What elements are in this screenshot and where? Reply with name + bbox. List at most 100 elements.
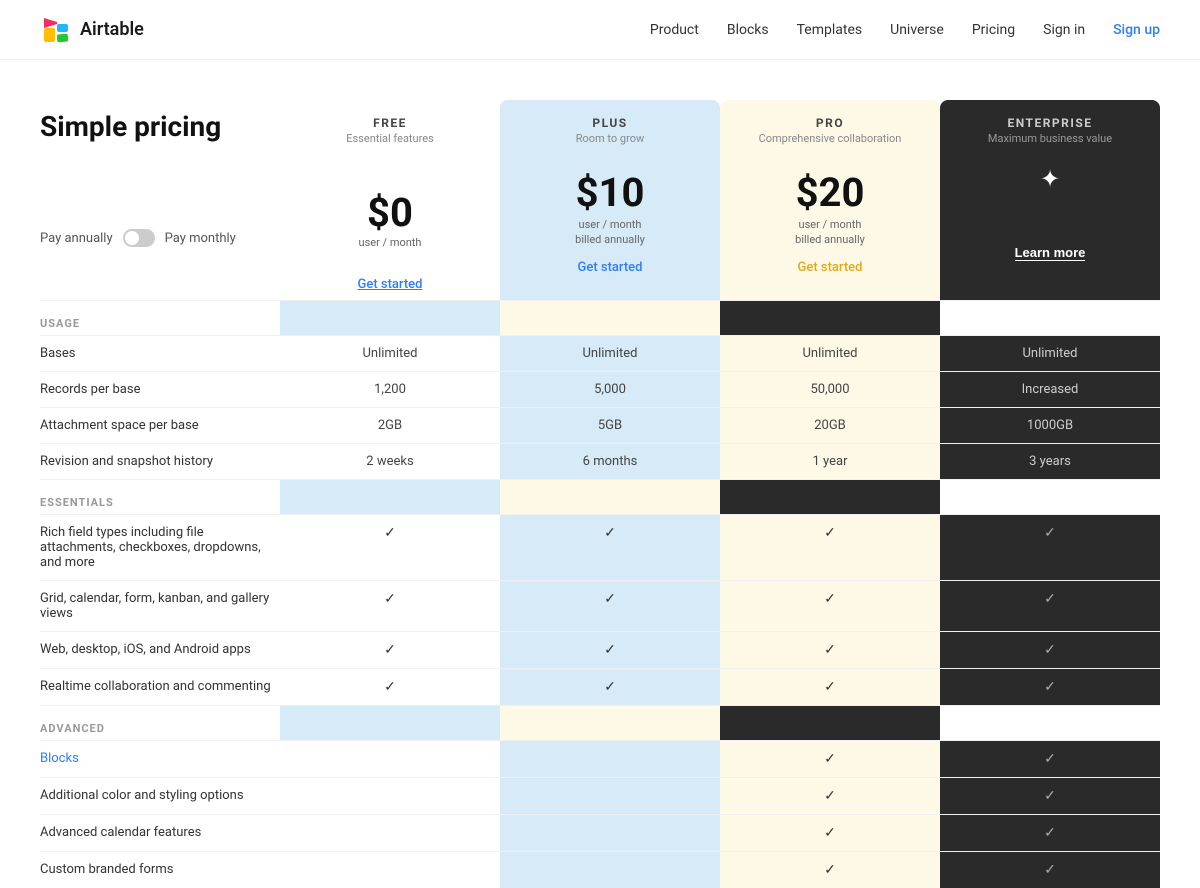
plus-price-sub1: user / month bbox=[508, 218, 712, 231]
enterprise-plan-name: ENTERPRISE bbox=[948, 116, 1152, 130]
free-price-sub: user / month bbox=[288, 236, 492, 249]
billing-toggle-row: Pay annually Pay monthly bbox=[40, 213, 280, 267]
navbar: Airtable Product Blocks Templates Univer… bbox=[0, 0, 1200, 60]
pricing-title: Simple pricing bbox=[40, 100, 280, 143]
essentials-row1-pro: ✓ bbox=[720, 581, 940, 631]
nav-link-universe[interactable]: Universe bbox=[890, 22, 944, 38]
plus-plan-name: PLUS bbox=[508, 116, 712, 130]
advanced-row3-plus bbox=[500, 852, 720, 888]
advanced-row0-plus bbox=[500, 741, 720, 777]
essentials-row-3: Realtime collaboration and commenting ✓ … bbox=[40, 668, 1160, 705]
advanced-row2-plus bbox=[500, 815, 720, 851]
essentials-row2-pro: ✓ bbox=[720, 632, 940, 668]
essentials-row0-ent: ✓ bbox=[940, 515, 1160, 580]
pro-plan-tagline: Comprehensive collaboration bbox=[728, 132, 932, 145]
nav-link-product[interactable]: Product bbox=[650, 22, 699, 38]
records-enterprise: Increased bbox=[940, 372, 1160, 407]
essentials-row0-free: ✓ bbox=[280, 515, 500, 580]
advanced-row-0: Blocks ✓ ✓ bbox=[40, 740, 1160, 777]
advanced-row2-free bbox=[280, 815, 500, 851]
advanced-row0-pro: ✓ bbox=[720, 741, 940, 777]
logo[interactable]: Airtable bbox=[40, 14, 144, 46]
attachment-enterprise: 1000GB bbox=[940, 408, 1160, 443]
revision-row: Revision and snapshot history 2 weeks 6 … bbox=[40, 443, 1160, 479]
billing-toggle[interactable] bbox=[123, 229, 155, 247]
advanced-row1-free bbox=[280, 778, 500, 814]
advanced-row-3: Custom branded forms ✓ ✓ bbox=[40, 851, 1160, 888]
nav-link-pricing[interactable]: Pricing bbox=[972, 22, 1015, 38]
essentials-row2-free: ✓ bbox=[280, 632, 500, 668]
records-pro: 50,000 bbox=[720, 372, 940, 407]
advanced-row0-free bbox=[280, 741, 500, 777]
pay-annually-label: Pay annually bbox=[40, 231, 113, 246]
advanced-row1-ent: ✓ bbox=[940, 778, 1160, 814]
free-plan-header: FREE Essential features $0 user / month … bbox=[280, 100, 500, 300]
essentials-row1-free: ✓ bbox=[280, 581, 500, 631]
free-plan-name: FREE bbox=[288, 116, 492, 130]
advanced-row3-label: Custom branded forms bbox=[40, 852, 280, 888]
essentials-section-header: ESSENTIALS bbox=[40, 479, 1160, 514]
nav-links: Product Blocks Templates Universe Pricin… bbox=[650, 22, 1160, 38]
nav-link-signin[interactable]: Sign in bbox=[1043, 22, 1085, 38]
pricing-page: Simple pricing Pay annually Pay monthly … bbox=[0, 60, 1200, 888]
advanced-row0-label: Blocks bbox=[40, 741, 280, 777]
advanced-row2-pro: ✓ bbox=[720, 815, 940, 851]
essentials-row-1: Grid, calendar, form, kanban, and galler… bbox=[40, 580, 1160, 631]
free-plan-name-area: FREE Essential features bbox=[280, 100, 500, 165]
advanced-row0-ent: ✓ bbox=[940, 741, 1160, 777]
pro-cta-button[interactable]: Get started bbox=[798, 260, 863, 275]
bases-plus: Unlimited bbox=[500, 336, 720, 371]
revision-label: Revision and snapshot history bbox=[40, 444, 280, 479]
advanced-row3-pro: ✓ bbox=[720, 852, 940, 888]
essentials-row-0: Rich field types including file attachme… bbox=[40, 514, 1160, 580]
enterprise-cta-button[interactable]: Learn more bbox=[1015, 245, 1086, 261]
advanced-label-container: ADVANCED bbox=[40, 706, 280, 740]
attachment-row: Attachment space per base 2GB 5GB 20GB 1… bbox=[40, 407, 1160, 443]
essentials-row3-plus: ✓ bbox=[500, 669, 720, 705]
advanced-row1-label: Additional color and styling options bbox=[40, 778, 280, 814]
adv-spacer-ent bbox=[720, 706, 940, 740]
nav-link-blocks[interactable]: Blocks bbox=[727, 22, 769, 38]
essentials-row3-free: ✓ bbox=[280, 669, 500, 705]
advanced-row2-label: Advanced calendar features bbox=[40, 815, 280, 851]
logo-text: Airtable bbox=[80, 19, 144, 40]
records-label: Records per base bbox=[40, 372, 280, 407]
airtable-logo-icon bbox=[40, 14, 72, 46]
nav-link-templates[interactable]: Templates bbox=[797, 22, 863, 38]
free-plan-tagline: Essential features bbox=[288, 132, 492, 145]
advanced-row1-plus bbox=[500, 778, 720, 814]
essentials-row3-pro: ✓ bbox=[720, 669, 940, 705]
advanced-row2-ent: ✓ bbox=[940, 815, 1160, 851]
ess-spacer-plus bbox=[280, 480, 500, 514]
plus-cta-button[interactable]: Get started bbox=[578, 260, 643, 275]
advanced-row3-ent: ✓ bbox=[940, 852, 1160, 888]
revision-free: 2 weeks bbox=[280, 444, 500, 479]
pro-plan-price: $20 bbox=[728, 169, 932, 216]
nav-link-signup[interactable]: Sign up bbox=[1113, 22, 1160, 38]
bases-enterprise: Unlimited bbox=[940, 336, 1160, 371]
free-cta-button[interactable]: Get started bbox=[358, 277, 423, 292]
attachment-plus: 5GB bbox=[500, 408, 720, 443]
essentials-row1-label: Grid, calendar, form, kanban, and galler… bbox=[40, 581, 280, 631]
essentials-row0-pro: ✓ bbox=[720, 515, 940, 580]
essentials-label-container: ESSENTIALS bbox=[40, 480, 280, 514]
blocks-link[interactable]: Blocks bbox=[40, 751, 79, 766]
plus-plan-header: PLUS Room to grow $10 user / month bille… bbox=[500, 100, 720, 300]
usage-spacer-ent bbox=[720, 301, 940, 335]
adv-spacer-plus bbox=[280, 706, 500, 740]
advanced-section-header: ADVANCED bbox=[40, 705, 1160, 740]
records-free: 1,200 bbox=[280, 372, 500, 407]
pro-price-sub1: user / month bbox=[728, 218, 932, 231]
essentials-row2-plus: ✓ bbox=[500, 632, 720, 668]
plus-plan-price: $10 bbox=[508, 169, 712, 216]
adv-spacer-pro bbox=[500, 706, 720, 740]
enterprise-plan-header: ENTERPRISE Maximum business value ✦ Lear… bbox=[940, 100, 1160, 300]
attachment-pro: 20GB bbox=[720, 408, 940, 443]
advanced-row-2: Advanced calendar features ✓ ✓ bbox=[40, 814, 1160, 851]
essentials-row1-plus: ✓ bbox=[500, 581, 720, 631]
essentials-row0-label: Rich field types including file attachme… bbox=[40, 515, 280, 580]
usage-spacer-plus bbox=[280, 301, 500, 335]
bases-label: Bases bbox=[40, 336, 280, 371]
usage-label: USAGE bbox=[40, 301, 280, 335]
essentials-row2-ent: ✓ bbox=[940, 632, 1160, 668]
